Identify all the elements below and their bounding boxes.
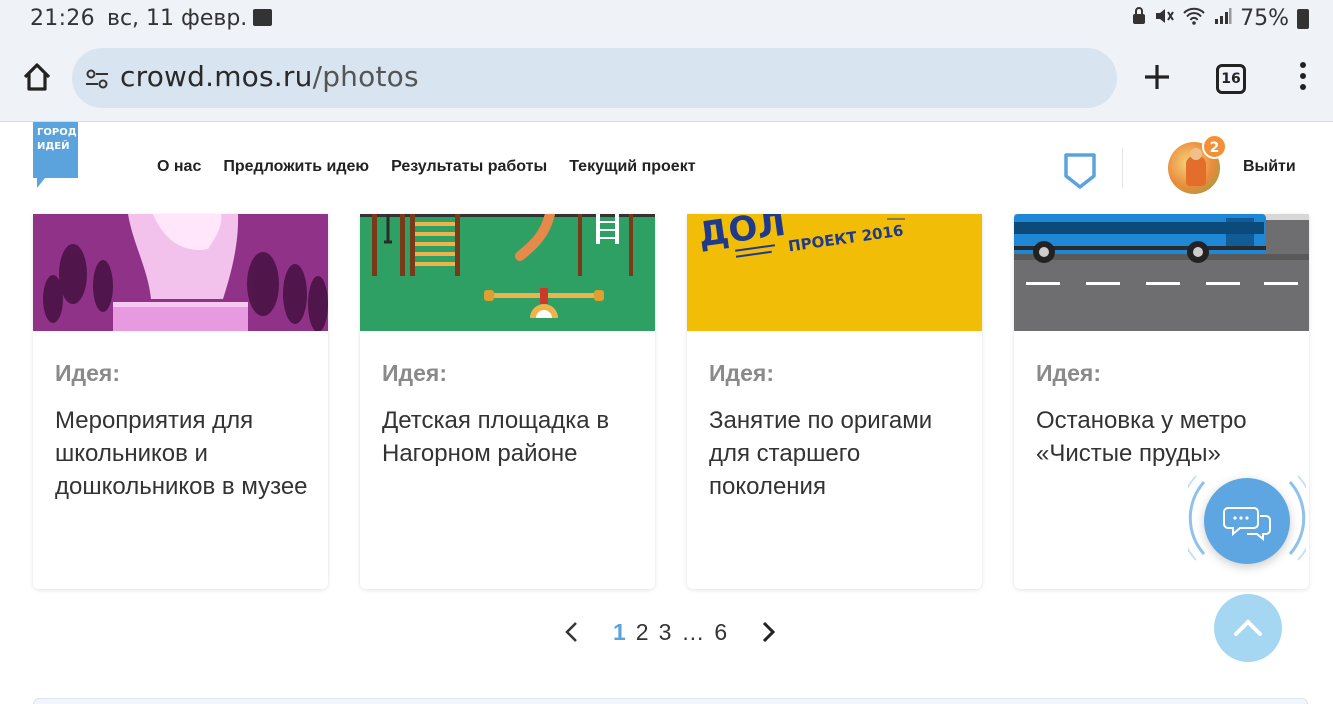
site-logo[interactable]: ГОРОД ИДЕЙ — [33, 122, 78, 188]
idea-card[interactable]: Идея: Мероприятия для школьников и дошко… — [33, 214, 328, 589]
idea-title[interactable]: Остановка у метро «Чистые пруды» — [1036, 404, 1296, 470]
nav-current-project[interactable]: Текущий проект — [569, 158, 695, 176]
page-6[interactable]: 6 — [714, 619, 727, 646]
status-date: вс, 11 февр. — [107, 6, 248, 31]
header-divider — [1122, 148, 1123, 188]
idea-label: Идея: — [382, 360, 448, 386]
next-page-button[interactable] — [756, 617, 780, 647]
nav-propose-idea[interactable]: Предложить идею — [223, 158, 369, 176]
page-2[interactable]: 2 — [636, 619, 649, 646]
mute-icon — [1154, 7, 1174, 30]
home-button[interactable] — [20, 60, 54, 94]
plus-icon — [1145, 65, 1169, 89]
tab-switcher-button[interactable]: 16 — [1216, 64, 1246, 94]
scroll-to-top-button[interactable] — [1214, 594, 1282, 662]
url-path: /photos — [312, 60, 419, 93]
browser-toolbar: crowd.mos.ru/photos 16 — [0, 38, 1333, 122]
chevron-up-icon — [1234, 619, 1262, 636]
status-bar: 21:26 вс, 11 февр. 75% — [0, 0, 1333, 38]
page-ellipsis: … — [681, 618, 705, 645]
chat-button[interactable] — [1204, 478, 1290, 564]
battery-icon — [1297, 8, 1309, 29]
logo-text: ГОРОД ИДЕЙ — [37, 127, 77, 152]
signal-icon — [1214, 7, 1232, 30]
address-bar[interactable]: crowd.mos.ru/photos — [72, 48, 1117, 108]
main-nav: О нас Предложить идею Результаты работы … — [157, 158, 696, 176]
idea-image-poster[interactable]: ДОЛ ПРОЕКТ 2016 — [687, 214, 982, 331]
page-3[interactable]: 3 — [659, 619, 672, 646]
battery-percent: 75% — [1240, 6, 1289, 31]
site-header: ГОРОД ИДЕЙ О нас Предложить идею Результ… — [0, 122, 1333, 214]
nav-results[interactable]: Результаты работы — [391, 158, 547, 176]
footer-panel-edge — [33, 698, 1308, 704]
pagination: 1 2 3 … 6 — [560, 614, 780, 650]
shield-icon[interactable] — [1063, 152, 1097, 190]
idea-label: Идея: — [1036, 360, 1102, 386]
idea-label: Идея: — [55, 360, 121, 386]
url-text[interactable]: crowd.mos.ru/photos — [120, 60, 419, 93]
idea-title[interactable]: Детская площадка в Нагорном районе — [382, 404, 642, 470]
gallery-notification-icon — [253, 9, 272, 26]
nav-about[interactable]: О нас — [157, 158, 201, 176]
page-1[interactable]: 1 — [613, 619, 626, 646]
idea-image-playground[interactable] — [360, 214, 655, 331]
notification-badge[interactable]: 2 — [1202, 134, 1227, 159]
chevron-left-icon — [565, 622, 577, 642]
new-tab-button[interactable] — [1140, 60, 1174, 94]
browser-menu-button[interactable] — [1295, 62, 1311, 98]
idea-image-bus[interactable] — [1014, 214, 1309, 331]
idea-title[interactable]: Мероприятия для школьников и дошкольнико… — [55, 404, 315, 503]
chat-bubbles-icon — [1223, 507, 1271, 542]
idea-image-museum[interactable] — [33, 214, 328, 331]
idea-card[interactable]: ДОЛ ПРОЕКТ 2016 Идея: Занятие по оригами… — [687, 214, 982, 589]
chevron-right-icon — [763, 621, 776, 643]
idea-card[interactable]: Идея: Детская площадка в Нагорном районе — [360, 214, 655, 589]
lock-icon — [1132, 7, 1146, 30]
idea-label: Идея: — [709, 360, 775, 386]
logout-link[interactable]: Выйти — [1243, 158, 1296, 176]
idea-title[interactable]: Занятие по оригами для старшего поколени… — [709, 404, 969, 503]
status-time: 21:26 — [30, 6, 95, 31]
url-host: crowd.mos.ru — [120, 60, 313, 93]
status-icons: 75% — [1132, 6, 1309, 31]
site-settings-icon[interactable] — [84, 66, 110, 92]
prev-page-button[interactable] — [560, 617, 584, 647]
home-icon — [23, 63, 51, 91]
wifi-icon — [1182, 7, 1206, 30]
